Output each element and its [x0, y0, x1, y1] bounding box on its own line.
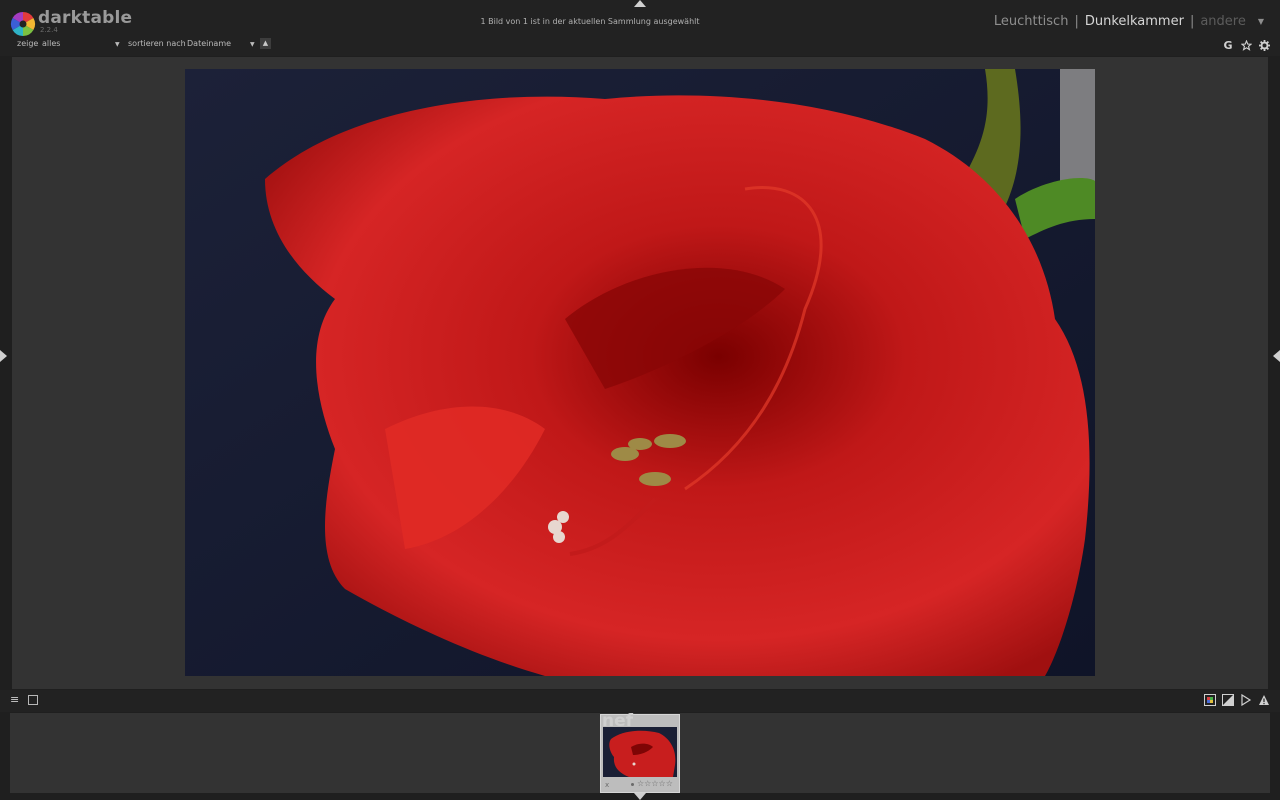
- preferences-gear-icon[interactable]: [1258, 39, 1270, 51]
- color-assessment-icon[interactable]: [1204, 694, 1216, 706]
- view-darkroom-link[interactable]: Dunkelkammer: [1085, 14, 1184, 29]
- quick-access-menu-icon[interactable]: ≡: [10, 694, 22, 706]
- right-panel-expand-icon[interactable]: [1273, 350, 1280, 362]
- toolbar-right-icons: [1204, 694, 1270, 706]
- view-separator: |: [1189, 14, 1195, 29]
- view-separator: |: [1074, 14, 1079, 29]
- gamut-check-icon[interactable]: [1258, 694, 1270, 706]
- view-lighttable-link[interactable]: Leuchttisch: [994, 14, 1069, 29]
- sort-select[interactable]: Dateiname: [187, 39, 247, 48]
- thumbnail-star-rating[interactable]: ☆☆☆☆☆: [637, 779, 673, 788]
- sort-label: sortieren nach: [128, 39, 186, 48]
- app-version: 2.2.4: [40, 26, 58, 34]
- filter-show-label: zeige: [17, 39, 39, 48]
- header-icons: G: [1222, 38, 1270, 52]
- thumbnail-reject-icon[interactable]: x: [605, 781, 609, 789]
- main-image-preview[interactable]: [185, 69, 1095, 676]
- darktable-logo-icon: [10, 11, 36, 36]
- bottom-toolbar: [0, 690, 1280, 712]
- bottom-panel-collapse-icon[interactable]: [634, 793, 646, 800]
- views-dropdown-icon[interactable]: ▼: [1258, 17, 1264, 26]
- thumbnail-image[interactable]: [603, 727, 677, 777]
- grouping-icon[interactable]: G: [1222, 39, 1234, 52]
- softproof-icon[interactable]: [1240, 694, 1252, 706]
- chevron-down-icon[interactable]: ▼: [250, 41, 255, 48]
- left-panel-expand-icon[interactable]: [0, 350, 7, 362]
- view-switcher: Leuchttisch | Dunkelkammer | andere ▼: [994, 14, 1264, 29]
- filter-show-select[interactable]: alles: [42, 39, 112, 48]
- overexposed-indicator-icon[interactable]: [1222, 694, 1234, 706]
- app-name: darktable: [38, 8, 133, 28]
- chevron-down-icon[interactable]: ▼: [115, 41, 120, 48]
- view-other-link[interactable]: andere: [1200, 14, 1246, 29]
- selection-status: 1 Bild von 1 ist in der aktuellen Sammlu…: [480, 17, 700, 26]
- styles-preset-icon[interactable]: [28, 695, 38, 705]
- sort-order-toggle-icon[interactable]: ▲: [260, 38, 271, 49]
- top-panel-collapse-icon[interactable]: [634, 0, 646, 7]
- star-overlay-icon[interactable]: [1240, 39, 1252, 51]
- thumbnail-altered-icon: [631, 783, 634, 786]
